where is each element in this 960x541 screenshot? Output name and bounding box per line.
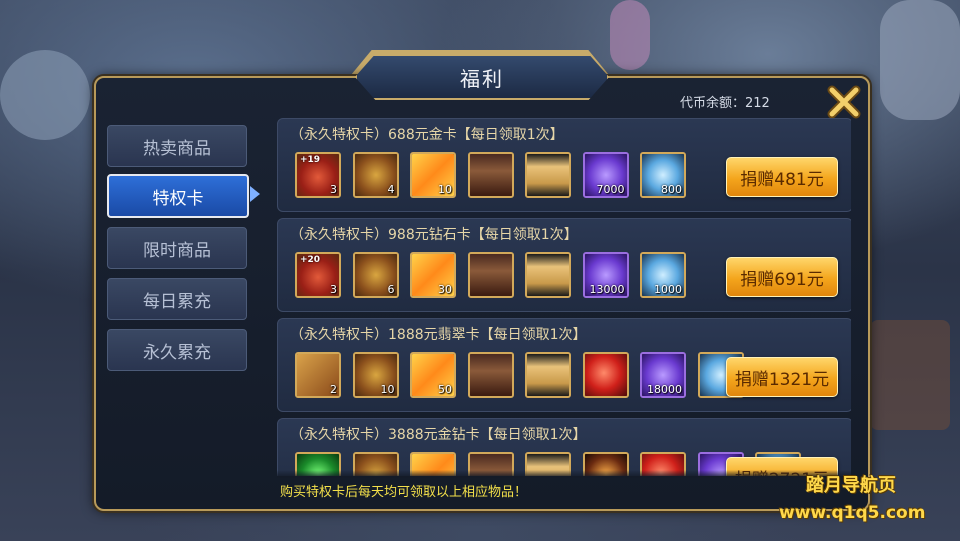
background-pillar-right bbox=[880, 0, 960, 120]
reward-item[interactable] bbox=[525, 352, 571, 398]
item-quantity: 10 bbox=[380, 383, 395, 396]
reward-item[interactable]: 6 bbox=[352, 252, 399, 298]
card-title: （永久特权卡）3888元金钻卡【每日领取1次】 bbox=[290, 427, 587, 443]
item-quantity: 4 bbox=[387, 183, 395, 196]
sidebar-item-label: 限时商品 bbox=[143, 240, 211, 261]
sidebar-item-label: 每日累充 bbox=[143, 291, 211, 312]
watermark-title: 踏月导航页 bbox=[806, 475, 896, 496]
scroll-icon bbox=[469, 154, 512, 196]
close-icon bbox=[827, 85, 861, 119]
background-character bbox=[610, 0, 650, 70]
reward-item[interactable] bbox=[525, 152, 571, 198]
item-enhance-level: +20 bbox=[300, 255, 321, 265]
reward-item[interactable]: 18000 bbox=[640, 352, 686, 398]
card-title: （永久特权卡）688元金卡【每日领取1次】 bbox=[290, 127, 564, 143]
reward-item[interactable]: 10 bbox=[410, 152, 456, 198]
reward-item[interactable]: 800 bbox=[640, 152, 686, 198]
scroll-icon bbox=[469, 254, 512, 296]
scroll-icon bbox=[469, 354, 512, 396]
privilege-card: （永久特权卡）3888元金钻卡【每日领取1次】捐赠2721元 bbox=[277, 418, 851, 476]
background-building-right bbox=[870, 320, 950, 430]
item-quantity: 3 bbox=[330, 283, 337, 296]
reward-item[interactable] bbox=[582, 352, 629, 398]
watermark-url: www.q1q5.com bbox=[779, 503, 926, 523]
donate-button[interactable]: 捐赠481元 bbox=[726, 157, 838, 197]
reward-item[interactable]: 1000 bbox=[640, 252, 686, 298]
sidebar-item-permanent-recharge[interactable]: 永久累充 bbox=[107, 329, 247, 371]
item-quantity: 10 bbox=[438, 183, 452, 196]
sidebar-item-label: 特权卡 bbox=[152, 188, 204, 209]
item-quantity: 800 bbox=[661, 183, 682, 196]
donate-button[interactable]: 捐赠691元 bbox=[726, 257, 838, 297]
item-quantity: 13000 bbox=[589, 283, 625, 296]
window-title: 福利 bbox=[355, 54, 609, 100]
reward-item[interactable]: +19 3 bbox=[295, 152, 341, 198]
item-enhance-level: +19 bbox=[300, 155, 321, 165]
footer-note: 购买特权卡后每天均可领取以上相应物品！ bbox=[280, 485, 528, 500]
paper-scroll-icon bbox=[527, 354, 569, 396]
sidebar-item-limited-items[interactable]: 限时商品 bbox=[107, 227, 247, 269]
sidebar-item-label: 热卖商品 bbox=[143, 138, 211, 159]
reward-item[interactable] bbox=[467, 352, 514, 398]
reward-item[interactable] bbox=[525, 252, 571, 298]
reward-item[interactable] bbox=[467, 152, 514, 198]
privilege-card-list[interactable]: （永久特权卡）688元金卡【每日领取1次】 +19 3 4 10 7000 800 捐赠481… bbox=[277, 118, 851, 476]
reward-item[interactable]: 10 bbox=[352, 352, 399, 398]
close-button[interactable] bbox=[826, 84, 862, 120]
card-title: （永久特权卡）1888元翡翠卡【每日领取1次】 bbox=[290, 327, 587, 343]
reward-item[interactable]: 4 bbox=[352, 152, 399, 198]
donate-button[interactable]: 捐赠1321元 bbox=[726, 357, 838, 397]
item-quantity: 30 bbox=[438, 283, 452, 296]
item-quantity: 3 bbox=[330, 183, 337, 196]
sidebar-item-hot-sale[interactable]: 热卖商品 bbox=[107, 125, 247, 167]
sidebar-item-label: 永久累充 bbox=[143, 342, 211, 363]
item-quantity: 18000 bbox=[647, 383, 682, 396]
item-quantity: 7000 bbox=[596, 183, 625, 196]
reward-item[interactable]: 30 bbox=[410, 252, 456, 298]
privilege-card: （永久特权卡）1888元翡翠卡【每日领取1次】210501800012捐赠132… bbox=[277, 318, 851, 412]
reward-item[interactable]: +20 3 bbox=[295, 252, 341, 298]
paper-scroll-icon bbox=[527, 154, 569, 196]
item-quantity: 2 bbox=[330, 383, 337, 396]
background-tower-left bbox=[0, 50, 90, 140]
privilege-card: （永久特权卡）988元钻石卡【每日领取1次】 +20 3 6 30 13000 1000 捐赠… bbox=[277, 218, 851, 312]
list-fade bbox=[277, 470, 851, 478]
paper-scroll-icon bbox=[527, 254, 569, 296]
reward-item[interactable]: 13000 bbox=[582, 252, 629, 298]
item-quantity: 6 bbox=[387, 283, 395, 296]
card-title: （永久特权卡）988元钻石卡【每日领取1次】 bbox=[290, 227, 578, 243]
item-quantity: 50 bbox=[438, 383, 452, 396]
red-orb-icon bbox=[584, 354, 627, 396]
reward-item[interactable]: 2 bbox=[295, 352, 341, 398]
reward-item[interactable]: 50 bbox=[410, 352, 456, 398]
reward-item[interactable]: 7000 bbox=[582, 152, 629, 198]
sidebar-item-privilege-card[interactable]: 特权卡 bbox=[107, 174, 249, 218]
active-tab-arrow-icon bbox=[250, 186, 260, 202]
sidebar-item-daily-recharge[interactable]: 每日累充 bbox=[107, 278, 247, 320]
item-quantity: 1000 bbox=[654, 283, 682, 296]
reward-item[interactable] bbox=[467, 252, 514, 298]
token-balance: 代币余额：212 bbox=[680, 96, 770, 111]
privilege-card: （永久特权卡）688元金卡【每日领取1次】 +19 3 4 10 7000 800 捐赠481… bbox=[277, 118, 851, 212]
